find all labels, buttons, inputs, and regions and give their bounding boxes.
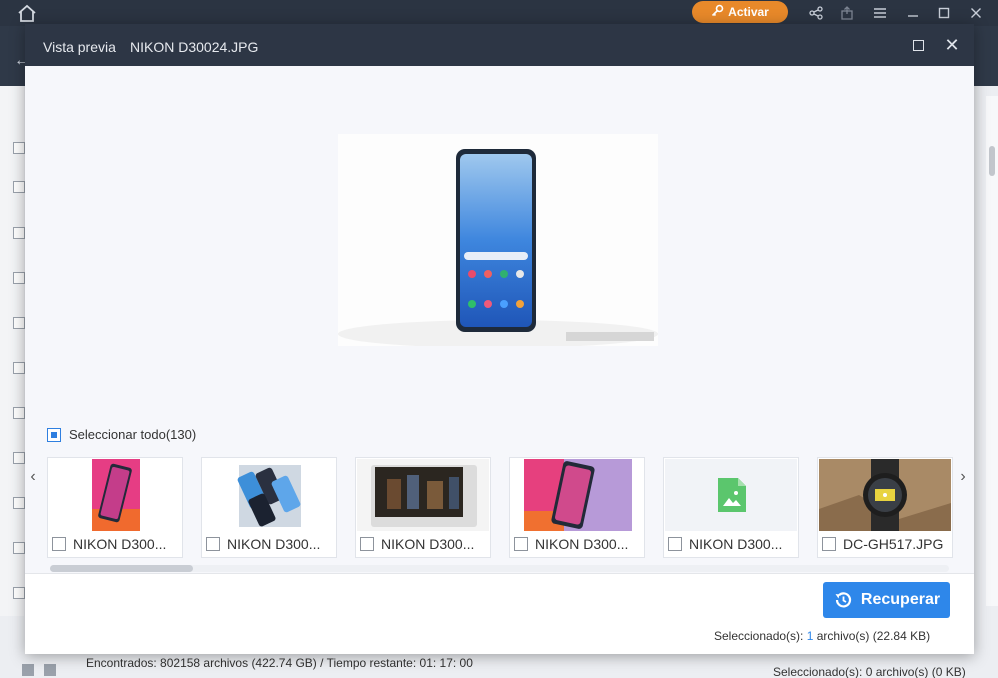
play-icon[interactable] [22,664,34,676]
thumbnail-checkbox[interactable] [668,537,682,551]
background-selection-summary: Seleccionado(s): 0 archivo(s) (0 KB) [773,665,966,678]
dialog-close-icon[interactable]: ✕ [942,35,962,55]
thumbnail-image [511,459,643,531]
row-checkbox[interactable] [13,362,25,374]
close-icon[interactable] [967,4,985,22]
recover-button[interactable]: Recuperar [823,582,950,618]
thumbnail-name: NIKON D300... [535,536,629,552]
thumbnail-name: NIKON D300... [227,536,321,552]
thumbnail-checkbox[interactable] [514,537,528,551]
summary-prefix: Seleccionado(s): [714,629,807,643]
row-checkbox[interactable] [13,272,25,284]
maximize-icon[interactable] [935,4,953,22]
row-checkbox[interactable] [13,142,25,154]
summary-suffix: archivo(s) (22.84 KB) [813,629,931,643]
thumbnail-card[interactable]: NIKON D300... [509,457,645,558]
thumbnail-card[interactable]: DC-GH517.JPG [817,457,953,558]
thumbnail-checkbox[interactable] [360,537,374,551]
minimize-icon[interactable] [904,4,922,22]
chevron-left-icon[interactable]: ‹ [26,468,40,486]
thumbnail-card[interactable]: NIKON D300... [355,457,491,558]
thumbnail-image [819,459,951,531]
thumbnail-scrollbar-thumb[interactable] [50,565,193,572]
thumbnail-name: NIKON D300... [381,536,475,552]
thumbnail-checkbox[interactable] [52,537,66,551]
preview-area: Seleccionar todo(130) ‹ › NIKON D300... [25,66,974,581]
home-icon[interactable] [16,3,38,23]
row-checkbox[interactable] [13,587,25,599]
selection-summary: Seleccionado(s): 1 archivo(s) (22.84 KB) [714,629,930,643]
thumbnail-footer: DC-GH517.JPG [822,536,943,552]
row-checkbox[interactable] [13,317,25,329]
thumbnail-image [203,459,335,531]
scan-progress-text: Encontrados: 802158 archivos (422.74 GB)… [86,656,473,670]
thumbnail-card[interactable]: NIKON D300... [663,457,799,558]
thumbnail-name: DC-GH517.JPG [843,536,944,552]
row-checkbox[interactable] [13,181,25,193]
preview-dialog: Vista previa NIKON D30024.JPG ✕ Seleccio… [25,24,974,654]
share-icon[interactable] [807,4,825,22]
file-list-checkbox-column [0,86,24,616]
thumbnail-image [49,459,181,531]
select-all[interactable]: Seleccionar todo(130) [47,427,196,442]
row-checkbox[interactable] [13,227,25,239]
menu-icon[interactable] [871,4,889,22]
thumbnail-footer: NIKON D300... [360,536,474,552]
thumbnail-card[interactable]: NIKON D300... [201,457,337,558]
thumbnail-footer: NIKON D300... [206,536,320,552]
row-checkbox[interactable] [13,497,25,509]
activate-button[interactable]: Activar [692,1,788,23]
dialog-maximize-icon[interactable] [913,40,924,51]
recover-label: Recuperar [860,591,941,608]
thumbnail-name: NIKON D300... [689,536,783,552]
image-file-icon [665,459,797,531]
thumbnail-scrollbar[interactable] [50,565,949,572]
thumbnail-image [357,459,489,531]
select-all-label: Seleccionar todo(130) [69,427,197,442]
thumbnail-footer: NIKON D300... [514,536,628,552]
thumbnail-card[interactable]: NIKON D300... [47,457,183,558]
thumbnail-checkbox[interactable] [822,537,836,551]
history-icon [835,592,851,608]
dialog-title: Vista previa [43,39,116,55]
preview-image [338,134,658,346]
thumbnail-name: NIKON D300... [73,536,167,552]
export-icon[interactable] [838,4,856,22]
file-list-scrollbar-thumb[interactable] [989,146,995,176]
key-icon [711,4,724,20]
thumbnail-footer: NIKON D300... [52,536,166,552]
activate-label: Activar [728,5,769,19]
thumbnail-image [665,459,797,531]
app-title-bar: Activar [0,0,998,26]
preview-filename: NIKON D30024.JPG [130,39,259,55]
row-checkbox[interactable] [13,407,25,419]
row-checkbox[interactable] [13,452,25,464]
dialog-header: Vista previa NIKON D30024.JPG ✕ [25,24,974,66]
row-checkbox[interactable] [13,542,25,554]
stop-icon[interactable] [44,664,56,676]
thumbnail-checkbox[interactable] [206,537,220,551]
select-all-checkbox[interactable] [47,427,61,442]
chevron-right-icon[interactable]: › [956,468,970,486]
thumbnail-footer: NIKON D300... [668,536,782,552]
